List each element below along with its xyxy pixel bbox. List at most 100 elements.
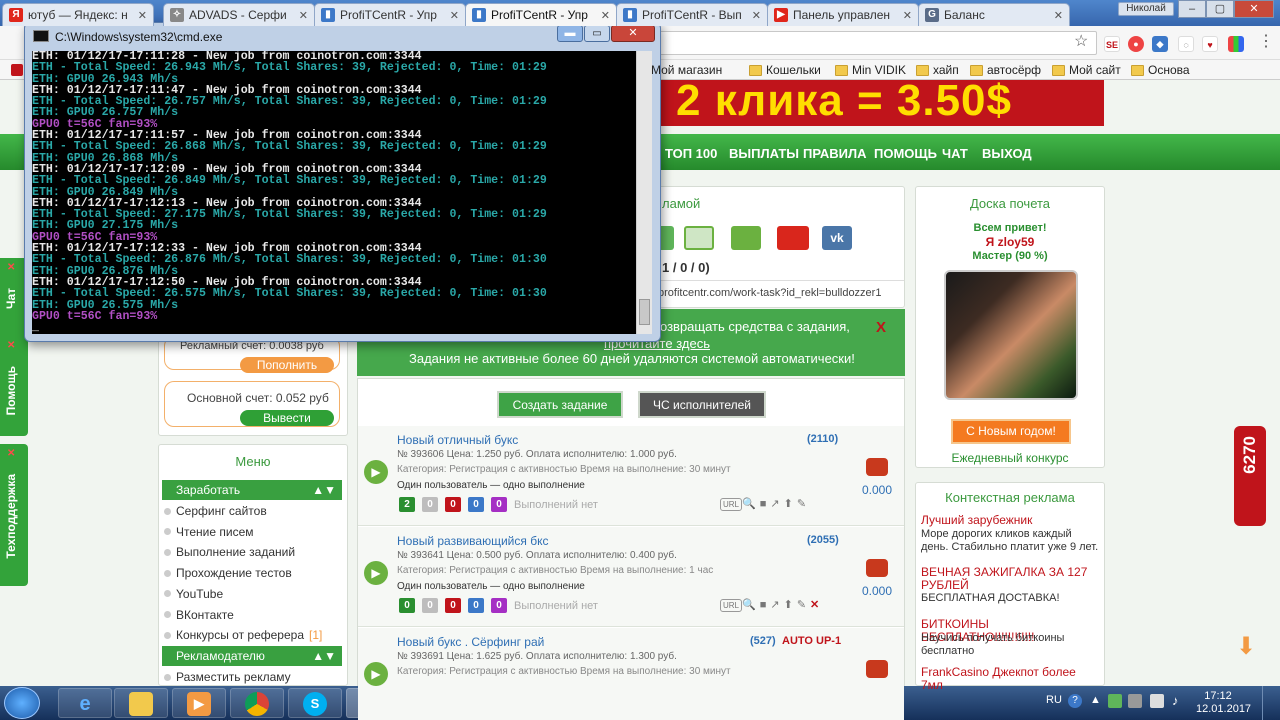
taskbar-explorer[interactable]: [114, 688, 168, 718]
play-icon[interactable]: ▶: [364, 561, 388, 585]
context-ad-link[interactable]: Лучший зарубежник: [921, 514, 1099, 527]
minimize-browser-button[interactable]: –: [1178, 0, 1206, 18]
tab-close-icon[interactable]: ✕: [299, 9, 308, 22]
taskbar-skype[interactable]: S: [288, 688, 342, 718]
close-icon[interactable]: ✕: [7, 262, 15, 273]
bucket-icon[interactable]: [866, 559, 888, 577]
notice-close-icon[interactable]: X: [876, 319, 886, 336]
tab-close-icon[interactable]: ✕: [450, 9, 459, 22]
tab-close-icon[interactable]: ✕: [903, 9, 912, 22]
menu-item[interactable]: YouTube: [164, 587, 223, 601]
start-button[interactable]: [4, 687, 40, 719]
display-icon[interactable]: [1150, 694, 1164, 708]
tray-arrow-icon[interactable]: ▲: [1090, 694, 1101, 706]
play-icon[interactable]: ▶: [364, 460, 388, 484]
close-icon[interactable]: ✕: [7, 448, 15, 459]
browser-tab[interactable]: Яютуб — Яндекс: н ✕: [2, 3, 154, 26]
ad-url[interactable]: profitcentr.com/work-task?id_rekl=bulldo…: [658, 280, 904, 304]
network-icon[interactable]: [1128, 694, 1142, 708]
new-year-button[interactable]: С Новым годом!: [951, 419, 1071, 444]
cmd-minimize-button[interactable]: ▬: [557, 25, 583, 42]
help-icon[interactable]: ?: [1068, 694, 1082, 708]
cmd-close-button[interactable]: ✕: [611, 25, 655, 42]
browser-tab[interactable]: ▮ ProfiTCentR - Упр ✕: [465, 3, 617, 26]
task-action-icon[interactable]: ✎: [797, 498, 810, 510]
task-action-icon[interactable]: 🔍: [742, 498, 760, 510]
topup-button[interactable]: Пополнить: [240, 357, 334, 373]
task-action-icon[interactable]: ⬆: [784, 599, 797, 611]
cmd-console-output[interactable]: ETH: 01/12/17-17:11:28 - New job from co…: [32, 51, 636, 334]
withdraw-button[interactable]: Вывести: [240, 410, 334, 426]
bookmark-item[interactable]: Мой сайт: [1052, 62, 1121, 78]
scroll-down-arrow-icon[interactable]: ⬇: [1236, 632, 1256, 661]
cmd-maximize-button[interactable]: ▭: [584, 25, 610, 42]
bookmark-star-icon[interactable]: ☆: [1074, 34, 1090, 50]
menu-section-earn[interactable]: Заработать ▲▼: [162, 480, 342, 500]
apps-icon[interactable]: [11, 64, 23, 76]
language-indicator[interactable]: RU: [1046, 694, 1062, 706]
side-tab-help[interactable]: ✕ Помощь: [0, 336, 28, 436]
menu-item[interactable]: Серфинг сайтов: [164, 504, 267, 518]
browser-tab[interactable]: ▶ Панель управлен ✕: [767, 3, 919, 26]
tab-close-icon[interactable]: ✕: [752, 9, 761, 22]
clock[interactable]: 17:12 12.01.2017: [1196, 690, 1251, 716]
browser-menu-icon[interactable]: ⋮: [1258, 34, 1274, 50]
menu-item[interactable]: Выполнение заданий: [164, 545, 295, 559]
task-action-icon[interactable]: ↗: [770, 599, 783, 611]
menu-item[interactable]: Чтение писем: [164, 525, 254, 539]
nav-item[interactable]: ТОП 100: [665, 146, 717, 161]
browser-tab[interactable]: G Баланс ✕: [918, 3, 1070, 26]
vk-icon[interactable]: vk: [822, 226, 852, 250]
taskbar-media[interactable]: ▶: [172, 688, 226, 718]
menu-item[interactable]: ВКонтакте: [164, 608, 234, 622]
volume-icon[interactable]: ♪: [1172, 693, 1179, 708]
show-desktop-button[interactable]: [1262, 686, 1280, 720]
tab-close-icon[interactable]: ✕: [138, 9, 147, 22]
browser-tab[interactable]: ✧ ADVADS - Серфи ✕: [163, 3, 315, 26]
menu-section-advertiser[interactable]: Рекламодателю ▲▼: [162, 646, 342, 666]
avatar[interactable]: [944, 270, 1078, 400]
cmd-scrollbar[interactable]: [636, 51, 652, 334]
context-ad-link[interactable]: ВЕЧНАЯ ЗАЖИГАЛКА ЗА 127 РУБЛЕЙ: [921, 566, 1099, 592]
browser-tab[interactable]: ▮ ProfiTCentR - Вып ✕: [616, 3, 768, 26]
task-action-icon[interactable]: ↗: [770, 498, 783, 510]
tab-close-icon[interactable]: ✕: [601, 9, 610, 22]
youtube-icon[interactable]: [777, 226, 809, 250]
nav-item[interactable]: ВЫХОД: [982, 146, 1032, 161]
play-icon[interactable]: ▶: [364, 662, 388, 686]
nav-item[interactable]: ПРАВИЛА: [803, 146, 867, 161]
address-bar[interactable]: [655, 31, 1097, 55]
url-icon[interactable]: URL: [720, 599, 743, 612]
close-icon[interactable]: ✕: [7, 340, 15, 351]
nav-item[interactable]: ЧАТ: [942, 146, 968, 161]
taskbar-ie[interactable]: e: [58, 688, 112, 718]
task-icon-doc[interactable]: [731, 226, 761, 250]
extension-heart-icon[interactable]: ♥: [1202, 36, 1218, 52]
bookmark-item[interactable]: Мой магазин: [651, 62, 722, 78]
task-title[interactable]: Новый букс . Сёрфинг рай: [397, 635, 544, 649]
bucket-icon[interactable]: [866, 660, 888, 678]
nav-item[interactable]: ВЫПЛАТЫ: [729, 146, 799, 161]
tab-close-icon[interactable]: ✕: [1054, 9, 1063, 22]
promo-banner[interactable]: 2 клика = 3.50$: [660, 80, 1104, 126]
tray-app-icon[interactable]: [1108, 694, 1122, 708]
extension-gray-icon[interactable]: ◌: [1178, 36, 1194, 52]
extension-blue-icon[interactable]: ◆: [1152, 36, 1168, 52]
task-action-icon[interactable]: ■: [760, 498, 771, 510]
counter-badge[interactable]: 6270: [1234, 426, 1266, 526]
browser-tab[interactable]: ▮ ProfiTCentR - Упр ✕: [314, 3, 466, 26]
extension-red-icon[interactable]: ●: [1128, 36, 1144, 52]
bookmark-item[interactable]: автосёрф: [970, 62, 1041, 78]
bucket-icon[interactable]: [866, 458, 888, 476]
context-ad-link[interactable]: FrankCasino Джекпот более 7мл: [921, 666, 1099, 692]
nav-item[interactable]: ПОМОЩЬ: [874, 146, 937, 161]
task-action-icon[interactable]: ⬆: [784, 498, 797, 510]
extension-cube-icon[interactable]: [1228, 36, 1244, 52]
bookmark-item[interactable]: Кошельки: [749, 62, 821, 78]
task-action-icon[interactable]: ✎: [797, 599, 810, 611]
create-task-button[interactable]: Создать задание: [497, 391, 623, 418]
blacklist-button[interactable]: ЧС исполнителей: [638, 391, 766, 418]
profile-chip[interactable]: Николай: [1118, 2, 1174, 16]
task-title[interactable]: Новый отличный букс: [397, 433, 518, 447]
cmd-scroll-thumb[interactable]: [639, 299, 650, 325]
